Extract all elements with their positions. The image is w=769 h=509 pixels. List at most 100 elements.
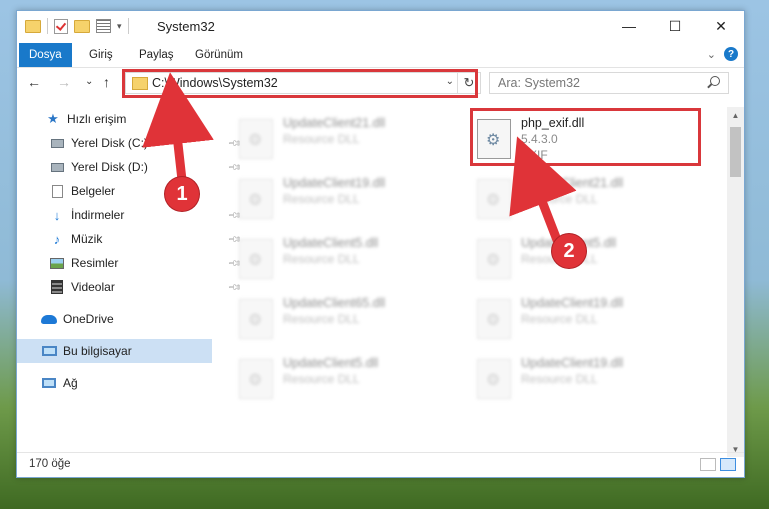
sidebar-item-local-disk-c[interactable]: Yerel Disk (C:) 📌︎ — [17, 131, 244, 155]
sidebar-item-downloads[interactable]: ↓ İndirmeler 📌︎ — [17, 203, 244, 227]
item-count: 170 öğe — [29, 458, 71, 470]
search-box[interactable]: Ara: System32 — [489, 72, 729, 94]
dll-file-icon — [239, 239, 273, 279]
dll-file-icon — [477, 299, 511, 339]
file-tile[interactable]: UpdateClient5.dll Resource DLL — [239, 235, 459, 287]
properties-check-icon[interactable] — [54, 18, 68, 34]
folder-icon — [25, 19, 41, 33]
expand-ribbon-chevron-icon[interactable]: ⌄ — [707, 48, 716, 61]
new-folder-icon[interactable] — [74, 19, 90, 33]
details-view-icon[interactable] — [700, 458, 716, 471]
pictures-icon — [49, 256, 65, 270]
status-bar: 170 öğe — [17, 452, 744, 477]
file-type: Resource DLL — [521, 192, 598, 206]
file-type: Resource DLL — [283, 132, 360, 146]
address-bar-highlight — [122, 69, 478, 98]
file-type: Resource DLL — [283, 252, 360, 266]
window-controls: — ☐ ✕ — [606, 11, 744, 41]
dll-file-icon — [477, 179, 511, 219]
toolbar-divider — [127, 18, 129, 34]
sidebar-item-documents[interactable]: Belgeler — [17, 179, 244, 203]
step-2-badge: 2 — [552, 234, 586, 268]
file-type: Resource DLL — [283, 192, 360, 206]
sidebar-item-label: Hızlı erişim — [67, 112, 127, 126]
file-tile[interactable]: UpdateClient21.dll Resource DLL — [239, 115, 459, 167]
ribbon-tabs: Dosya Giriş Paylaş Görünüm ⌄ ? — [17, 43, 744, 68]
network-icon — [41, 376, 57, 390]
forward-button[interactable]: → — [57, 74, 71, 90]
file-tile[interactable]: UpdateClient65.dll Resource DLL — [239, 295, 459, 347]
file-name: UpdateClient19.dll — [521, 356, 624, 370]
onedrive-icon — [41, 312, 57, 326]
sidebar-item-this-pc[interactable]: Bu bilgisayar — [17, 339, 212, 363]
dll-file-icon — [239, 179, 273, 219]
recent-locations-chevron-icon[interactable]: ⌄ — [85, 76, 93, 87]
file-tile[interactable]: UpdateClient19.dll Resource DLL — [477, 295, 697, 347]
properties-icon[interactable] — [96, 19, 111, 33]
file-name: UpdateClient19.dll — [283, 176, 386, 190]
dll-file-icon — [477, 359, 511, 399]
search-icon — [710, 76, 720, 86]
file-tile[interactable]: UpdateClient5.dll Resource DLL — [477, 235, 697, 287]
computer-icon — [41, 344, 57, 358]
sidebar-item-label: Belgeler — [71, 184, 116, 198]
sidebar-item-label: Yerel Disk (D:) — [71, 160, 148, 174]
file-name: UpdateClient5.dll — [283, 356, 379, 370]
sidebar-item-music[interactable]: ♪ Müzik 📌︎ — [17, 227, 244, 251]
videos-icon — [49, 280, 65, 294]
file-tile[interactable]: UpdateClient19.dll Resource DLL — [239, 175, 459, 227]
file-tile[interactable]: UpdateClient21.dll Resource DLL — [477, 175, 697, 227]
sidebar-item-quick-access[interactable]: ★ Hızlı erişim — [17, 107, 240, 131]
sidebar-item-onedrive[interactable]: OneDrive — [17, 307, 236, 331]
back-button[interactable]: ← — [27, 74, 41, 90]
minimize-button[interactable]: — — [606, 11, 652, 41]
tab-dosya[interactable]: Dosya — [19, 43, 72, 67]
navigation-pane: ★ Hızlı erişim Yerel Disk (C:) 📌︎ Yerel … — [17, 107, 242, 457]
ribbon-right-controls: ⌄ ? — [707, 47, 738, 61]
quick-access-toolbar: ▾ — [25, 18, 129, 34]
sidebar-item-pictures[interactable]: Resimler 📌︎ — [17, 251, 244, 275]
sidebar-item-label: Resimler — [71, 256, 119, 270]
close-button[interactable]: ✕ — [698, 11, 744, 41]
dll-file-icon — [239, 299, 273, 339]
sidebar-item-label: Ağ — [63, 376, 78, 390]
maximize-button[interactable]: ☐ — [652, 11, 698, 41]
view-switcher — [700, 458, 736, 471]
dll-file-icon — [477, 239, 511, 279]
scrollbar-thumb[interactable] — [730, 127, 741, 177]
sidebar-item-label: Müzik — [71, 232, 103, 246]
file-type: Resource DLL — [283, 312, 360, 326]
file-name: UpdateClient65.dll — [283, 296, 386, 310]
sidebar-item-label: Bu bilgisayar — [63, 344, 132, 358]
scroll-up-arrow-icon[interactable]: ▲ — [727, 107, 744, 123]
file-type: Resource DLL — [521, 372, 598, 386]
sidebar-item-label: İndirmeler — [71, 208, 125, 222]
title-bar: ▾ System32 — ☐ ✕ — [17, 11, 744, 43]
file-tile[interactable]: UpdateClient19.dll Resource DLL — [477, 355, 697, 407]
tab-giris[interactable]: Giriş — [79, 43, 123, 67]
vertical-scrollbar[interactable]: ▲ ▼ — [727, 107, 744, 457]
file-highlight — [470, 108, 701, 166]
sidebar-item-label: Yerel Disk (C:) — [71, 136, 148, 150]
sidebar-item-label: OneDrive — [63, 312, 114, 326]
sidebar-item-label: Videolar — [71, 280, 115, 294]
dll-file-icon — [239, 119, 273, 159]
dll-file-icon — [239, 359, 273, 399]
up-button[interactable]: ↑ — [103, 74, 110, 90]
file-name: UpdateClient21.dll — [521, 176, 624, 190]
sidebar-item-network[interactable]: Ağ — [17, 371, 236, 395]
tiles-view-icon[interactable] — [720, 458, 736, 471]
help-icon[interactable]: ? — [724, 47, 738, 61]
documents-icon — [49, 184, 65, 198]
downloads-icon: ↓ — [53, 207, 61, 223]
search-input[interactable]: Ara: System32 — [498, 76, 580, 90]
file-name: UpdateClient21.dll — [283, 116, 386, 130]
file-name: UpdateClient19.dll — [521, 296, 624, 310]
sidebar-item-videos[interactable]: Videolar 📌︎ — [17, 275, 244, 299]
tab-gorunum[interactable]: Görünüm — [185, 43, 253, 67]
tab-paylas[interactable]: Paylaş — [129, 43, 184, 67]
sidebar-item-local-disk-d[interactable]: Yerel Disk (D:) 📌︎ — [17, 155, 244, 179]
file-tile[interactable]: UpdateClient5.dll Resource DLL — [239, 355, 459, 407]
customize-toolbar-chevron-icon[interactable]: ▾ — [117, 21, 122, 32]
file-type: Resource DLL — [521, 312, 598, 326]
